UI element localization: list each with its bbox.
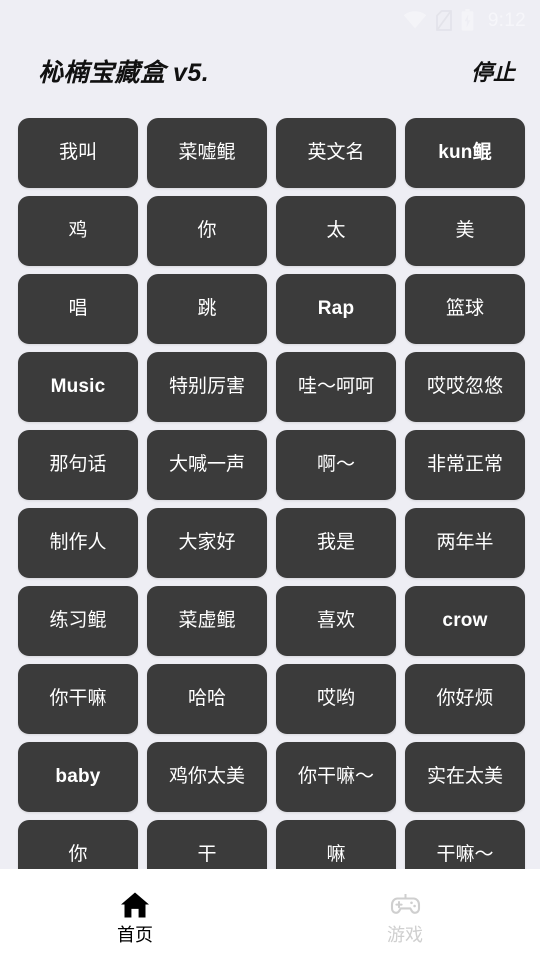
phrase-button[interactable]: 你干嘛 xyxy=(18,664,138,734)
phrase-button[interactable]: 实在太美 xyxy=(405,742,525,812)
phrase-button[interactable]: crow xyxy=(405,586,525,656)
phrase-button[interactable]: 菜嘘鲲 xyxy=(147,118,267,188)
phrase-button[interactable]: 喜欢 xyxy=(276,586,396,656)
status-bar-clock: 9:12 xyxy=(487,9,526,31)
phrase-button[interactable]: 你干嘛～ xyxy=(276,742,396,812)
phrase-button[interactable]: baby xyxy=(18,742,138,812)
no-sim-icon xyxy=(435,9,452,31)
phrase-button[interactable]: 干 xyxy=(147,820,267,869)
phrase-button[interactable]: 非常正常 xyxy=(405,430,525,500)
phrase-button[interactable]: Music xyxy=(18,352,138,422)
phrase-button[interactable]: 我叫 xyxy=(18,118,138,188)
phrase-button[interactable]: 哎哎忽悠 xyxy=(405,352,525,422)
phrase-button[interactable]: 跳 xyxy=(147,274,267,344)
stop-button[interactable]: 停止 xyxy=(471,55,515,87)
phrase-button[interactable]: 大喊一声 xyxy=(147,430,267,500)
gamepad-icon xyxy=(390,893,420,914)
wifi-icon xyxy=(403,11,427,29)
phrase-button[interactable]: 干嘛～ xyxy=(405,820,525,869)
home-icon xyxy=(121,892,149,918)
nav-item-home-label: 首页 xyxy=(117,925,153,945)
nav-item-games[interactable]: 游戏 xyxy=(270,869,540,960)
phrase-button[interactable]: 哎哟 xyxy=(276,664,396,734)
phrase-button[interactable]: 两年半 xyxy=(405,508,525,578)
nav-item-home[interactable]: 首页 xyxy=(0,869,270,960)
status-bar: 9:12 xyxy=(0,0,540,40)
phrase-button[interactable]: 篮球 xyxy=(405,274,525,344)
phrase-button[interactable]: 唱 xyxy=(18,274,138,344)
phrase-button[interactable]: 哇～呵呵 xyxy=(276,352,396,422)
phrase-button[interactable]: 鸡你太美 xyxy=(147,742,267,812)
phrase-button[interactable]: 你 xyxy=(147,196,267,266)
phrase-button[interactable]: 练习鲲 xyxy=(18,586,138,656)
app-header: 杺楠宝藏盒 v5. 停止 xyxy=(0,40,540,102)
phrase-button[interactable]: 美 xyxy=(405,196,525,266)
phrase-button[interactable]: 太 xyxy=(276,196,396,266)
phrase-button[interactable]: Rap xyxy=(276,274,396,344)
phrase-grid-scroll-area[interactable]: 我叫 菜嘘鲲 英文名 kun鲲鸡你太美唱跳 Rap 篮球 Music 特别厉害 哇～呵呵 哎哎忽悠… xyxy=(0,102,540,869)
phrase-button[interactable]: 那句话 xyxy=(18,430,138,500)
bottom-navigation-bar: 首页 游戏 xyxy=(0,869,540,960)
phrase-button[interactable]: 特别厉害 xyxy=(147,352,267,422)
phrase-button[interactable]: 嘛 xyxy=(276,820,396,869)
phrase-button[interactable]: kun鲲 xyxy=(405,118,525,188)
phrase-button[interactable]: 菜虚鲲 xyxy=(147,586,267,656)
status-bar-icons: 9:12 xyxy=(403,9,526,31)
phrase-button[interactable]: 你 xyxy=(18,820,138,869)
phrase-grid: 我叫 菜嘘鲲 英文名 kun鲲鸡你太美唱跳 Rap 篮球 Music 特别厉害 哇～呵呵 哎哎忽悠… xyxy=(0,102,540,869)
phrase-button[interactable]: 啊～ xyxy=(276,430,396,500)
phrase-button[interactable]: 英文名 xyxy=(276,118,396,188)
battery-charging-icon xyxy=(461,9,474,31)
page-title: 杺楠宝藏盒 v5. xyxy=(38,59,210,87)
phrase-button[interactable]: 鸡 xyxy=(18,196,138,266)
phrase-button[interactable]: 我是 xyxy=(276,508,396,578)
phrase-button[interactable]: 哈哈 xyxy=(147,664,267,734)
phrase-button[interactable]: 制作人 xyxy=(18,508,138,578)
phrase-button[interactable]: 你好烦 xyxy=(405,664,525,734)
phrase-button[interactable]: 大家好 xyxy=(147,508,267,578)
nav-item-games-label: 游戏 xyxy=(387,924,423,945)
